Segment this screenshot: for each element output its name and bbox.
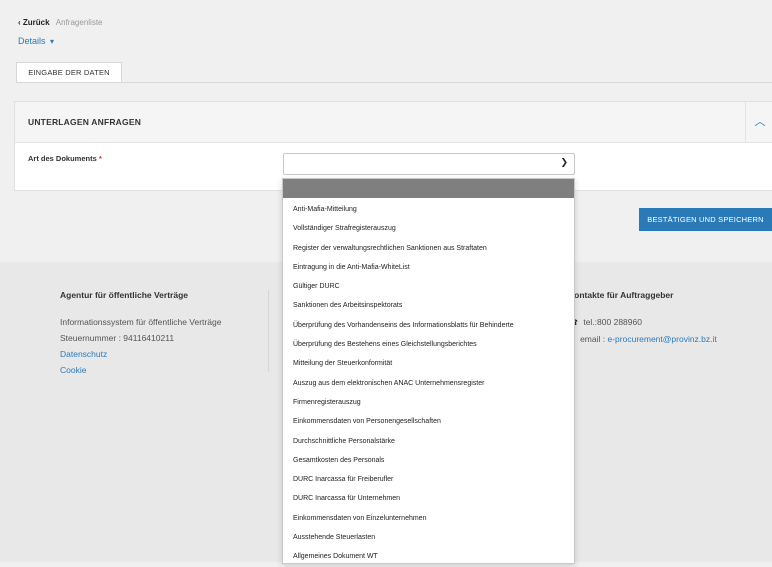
footer-system-name: Informationssystem für öffentliche Vertr… <box>60 317 222 327</box>
tab-divider <box>16 82 772 83</box>
panel-header[interactable]: UNTERLAGEN ANFRAGEN ︿ <box>15 102 772 143</box>
footer-contacts-title: Kontakte für Auftraggeber <box>568 290 674 300</box>
document-type-label-text: Art des Dokuments <box>28 154 97 163</box>
dropdown-option[interactable]: Gesamtkosten des Personals <box>283 451 574 470</box>
document-type-select[interactable]: ❯ <box>283 153 575 175</box>
dropdown-option[interactable]: Eintragung in die Anti-Mafia-WhiteList <box>283 258 574 277</box>
footer-email: ✉ email : e-procurement@provinz.bz.it <box>568 331 717 348</box>
footer-divider <box>268 290 269 372</box>
dropdown-option[interactable]: Überprüfung des Bestehens eines Gleichst… <box>283 335 574 354</box>
dropdown-selected-empty-option[interactable] <box>283 179 574 198</box>
dropdown-option[interactable]: Auszug aus dem elektronischen ANAC Unter… <box>283 374 574 393</box>
dropdown-option[interactable]: Sanktionen des Arbeitsinspektorats <box>283 296 574 315</box>
footer-agency: Agentur für öffentliche Verträge Informa… <box>60 290 221 378</box>
dropdown-option[interactable]: Register der verwaltungsrechtlichen Sank… <box>283 239 574 258</box>
back-link[interactable]: ‹ Zurück <box>18 18 50 27</box>
dropdown-option[interactable]: Firmenregisterauszug <box>283 393 574 412</box>
dropdown-option[interactable]: Durchschnittliche Personalstärke <box>283 432 574 451</box>
tab-data-entry[interactable]: EINGABE DER DATEN <box>16 62 122 83</box>
document-type-label: Art des Dokuments * <box>28 154 102 163</box>
breadcrumb: ‹ Zurück Anfragenliste <box>18 18 103 27</box>
dropdown-option[interactable]: Gültiger DURC <box>283 277 574 296</box>
footer-phone-text: tel.:800 288960 <box>583 317 642 327</box>
dropdown-option[interactable]: Mitteilung der Steuerkonformität <box>283 354 574 373</box>
dropdown-option[interactable]: Allgemeines Dokument WT <box>283 547 574 566</box>
panel-title: UNTERLAGEN ANFRAGEN <box>28 117 142 127</box>
footer-contacts: Kontakte für Auftraggeber ☎ tel.:800 288… <box>568 290 717 348</box>
footer-phone: ☎ tel.:800 288960 <box>568 314 717 331</box>
dropdown-option[interactable]: Ausstehende Steuerlasten <box>283 528 574 547</box>
document-type-dropdown[interactable]: Anti-Mafia-Mitteilung Vollständiger Stra… <box>282 178 575 564</box>
footer-tax-number: Steuernummer : 94116410211 <box>60 333 175 343</box>
dropdown-option[interactable]: DURC Inarcassa für Unternehmen <box>283 489 574 508</box>
dropdown-option[interactable]: Anti-Mafia-Mitteilung <box>283 200 574 219</box>
cookie-link[interactable]: Cookie <box>60 362 221 378</box>
footer-email-prefix: email : <box>580 334 606 344</box>
privacy-link[interactable]: Datenschutz <box>60 346 221 362</box>
dropdown-option[interactable]: Einkommensdaten von Einzelunternehmen <box>283 509 574 528</box>
chevron-down-icon: ❯ <box>560 157 568 167</box>
dropdown-option[interactable]: Überprüfung des Vorhandenseins des Infor… <box>283 316 574 335</box>
dropdown-option[interactable]: Einkommensdaten von Personengesellschaft… <box>283 412 574 431</box>
details-toggle[interactable]: Details ▾ <box>18 36 54 46</box>
chevron-up-icon[interactable]: ︿ <box>745 102 772 142</box>
confirm-and-save-button[interactable]: BESTÄTIGEN UND SPEICHERN <box>639 208 772 231</box>
footer-email-link[interactable]: e-procurement@provinz.bz.it <box>608 334 717 344</box>
footer-agency-title: Agentur für öffentliche Verträge <box>60 290 188 300</box>
breadcrumb-current[interactable]: Anfragenliste <box>56 18 103 27</box>
dropdown-option[interactable]: DURC Inarcassa für Freiberufler <box>283 470 574 489</box>
details-label: Details <box>18 36 46 46</box>
dropdown-options: Anti-Mafia-Mitteilung Vollständiger Stra… <box>283 200 574 567</box>
dropdown-option[interactable]: Vollständiger Strafregisterauszug <box>283 219 574 238</box>
required-marker: * <box>98 154 102 163</box>
chevron-down-icon: ▾ <box>50 37 55 46</box>
